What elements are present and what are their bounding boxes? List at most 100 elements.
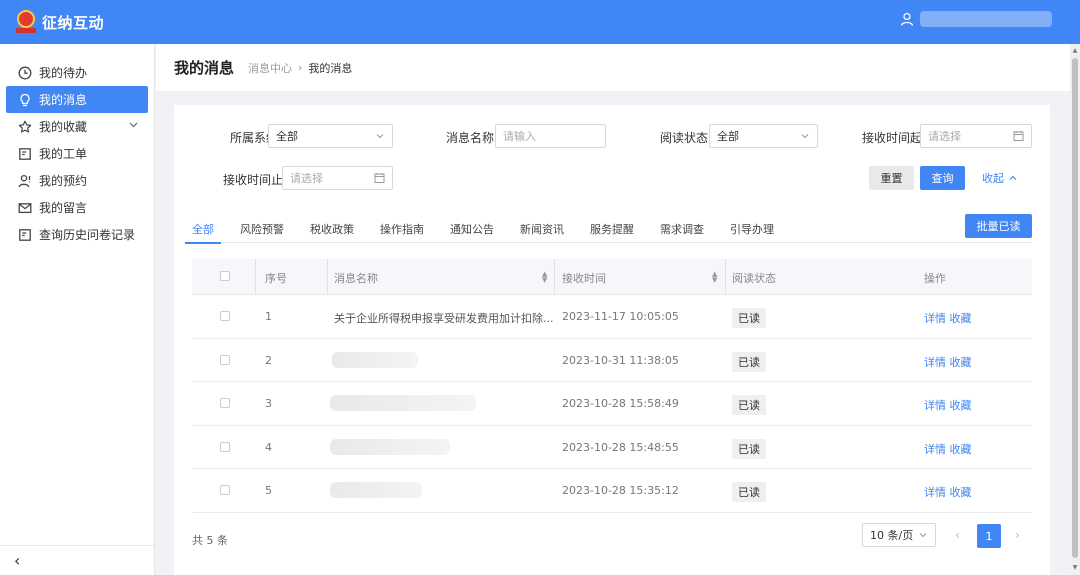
- page-number-current[interactable]: 1: [977, 524, 1001, 548]
- tab-tax-policy[interactable]: 税收政策: [310, 215, 354, 243]
- tab-news[interactable]: 新闻资讯: [520, 215, 564, 243]
- system-select-value: 全部: [276, 130, 298, 143]
- query-button[interactable]: 查询: [920, 166, 965, 190]
- user-icon: [900, 12, 914, 26]
- batch-read-button[interactable]: 批量已读: [965, 214, 1032, 238]
- form-icon: [19, 147, 31, 160]
- read-status-value: 全部: [717, 130, 739, 143]
- sidebar-item-survey-history[interactable]: 查询历史问卷记录: [6, 221, 148, 248]
- sidebar-item-label: 我的消息: [39, 93, 88, 107]
- read-status-select[interactable]: 全部: [709, 124, 818, 148]
- start-time-placeholder: 请选择: [928, 130, 961, 143]
- collapse-filters-button[interactable]: 收起: [978, 166, 1022, 190]
- tab-demand-survey[interactable]: 需求调查: [660, 215, 704, 243]
- row-time: 2023-10-28 15:35:12: [562, 484, 679, 497]
- category-tabs: 全部 风险预警 税收政策 操作指南 通知公告 新闻资讯 服务提醒 需求调查 引导…: [185, 215, 1032, 244]
- row-message-name-redacted[interactable]: [332, 351, 418, 368]
- row-message-name-redacted[interactable]: [330, 438, 450, 455]
- row-actions[interactable]: 详情 收藏: [924, 310, 972, 326]
- vertical-scrollbar[interactable]: ▲ ▼: [1070, 44, 1080, 575]
- scroll-up-arrow-icon[interactable]: ▲: [1070, 46, 1080, 56]
- next-page-button[interactable]: ›: [1015, 528, 1020, 542]
- star-icon: [18, 120, 32, 133]
- form-icon: [19, 228, 31, 241]
- start-time-label: 接收时间起: [862, 131, 923, 145]
- row-checkbox[interactable]: [220, 441, 230, 452]
- sidebar-item-tickets[interactable]: 我的工单: [6, 140, 148, 167]
- scroll-down-arrow-icon[interactable]: ▼: [1070, 563, 1080, 573]
- user-menu[interactable]: [900, 11, 1052, 27]
- message-panel: 所属系统 全部 消息名称 请输入 阅读状态 全部 接收时间起 请选择 接收时间止…: [174, 105, 1050, 575]
- row-actions[interactable]: 详情 收藏: [924, 441, 972, 457]
- page-size-value: 10 条/页: [870, 529, 914, 542]
- row-time: 2023-10-28 15:48:55: [562, 440, 679, 454]
- message-name-label: 消息名称: [446, 131, 495, 145]
- message-name-placeholder: 请输入: [503, 130, 536, 143]
- user-name-redacted: [920, 11, 1052, 27]
- user-appointment-icon: [18, 174, 31, 187]
- row-checkbox[interactable]: [220, 398, 230, 408]
- tab-service-reminder[interactable]: 服务提醒: [590, 215, 634, 243]
- table-row: 2 2023-10-31 11:38:05 已读 详情 收藏: [192, 339, 1032, 382]
- tab-guided-handling[interactable]: 引导办理: [730, 215, 774, 243]
- table-header: 序号 消息名称 ▲ ▼ 接收时间 ▲ ▼ 阅读状态 操作: [192, 259, 1032, 295]
- row-actions[interactable]: 详情 收藏: [924, 354, 972, 370]
- system-select[interactable]: 全部: [268, 124, 393, 148]
- table-row: 1 关于企业所得税申报享受研发费用加计扣除... 2023-11-17 10:0…: [192, 295, 1032, 339]
- chevron-left-icon: ‹: [14, 550, 21, 570]
- col-header-ops: 操作: [924, 272, 946, 285]
- col-header-name[interactable]: 消息名称: [334, 270, 378, 286]
- row-message-name[interactable]: 关于企业所得税申报享受研发费用加计扣除...: [334, 310, 554, 326]
- row-no: 3: [265, 397, 272, 410]
- tab-risk-warning[interactable]: 风险预警: [240, 215, 284, 243]
- sort-icon[interactable]: ▲ ▼: [542, 271, 547, 284]
- status-badge: 已读: [732, 395, 766, 415]
- prev-page-button[interactable]: ‹: [955, 528, 960, 542]
- col-header-no: 序号: [265, 272, 287, 285]
- end-time-placeholder: 请选择: [290, 172, 323, 185]
- bulb-icon: [20, 93, 30, 106]
- row-checkbox[interactable]: [220, 354, 230, 365]
- end-time-label: 接收时间止: [223, 173, 284, 187]
- row-message-name-redacted[interactable]: [330, 395, 476, 411]
- breadcrumb-link[interactable]: 消息中心: [248, 60, 292, 76]
- col-header-time[interactable]: 接收时间: [562, 270, 606, 286]
- sidebar-item-messages[interactable]: 我的消息: [6, 86, 148, 113]
- sidebar-item-label: 查询历史问卷记录: [39, 228, 136, 242]
- row-no: 1: [265, 310, 272, 323]
- end-time-picker[interactable]: 请选择: [282, 166, 393, 190]
- table-row: 3 2023-10-28 15:58:49 已读 详情 收藏: [192, 382, 1032, 426]
- row-message-name-redacted[interactable]: [330, 482, 422, 498]
- breadcrumb: 消息中心 › 我的消息: [248, 60, 352, 76]
- sidebar-item-appointments[interactable]: 我的预约: [6, 167, 148, 194]
- sidebar-item-messages-board[interactable]: 我的留言: [6, 194, 148, 221]
- message-table: 序号 消息名称 ▲ ▼ 接收时间 ▲ ▼ 阅读状态 操作 1 关于企业所得税申报享受…: [192, 259, 1032, 513]
- total-count: 共 5 条: [192, 534, 228, 547]
- row-checkbox[interactable]: [220, 311, 230, 321]
- row-actions[interactable]: 详情 收藏: [924, 397, 972, 413]
- tab-notice[interactable]: 通知公告: [450, 215, 494, 243]
- app-logo[interactable]: 征纳互动: [14, 9, 104, 35]
- sidebar-item-todo[interactable]: 我的待办: [6, 59, 148, 86]
- row-checkbox[interactable]: [220, 485, 230, 495]
- chevron-down-icon: [376, 134, 384, 139]
- clock-icon: [18, 66, 32, 79]
- message-name-input[interactable]: 请输入: [495, 124, 606, 148]
- tab-operation-guide[interactable]: 操作指南: [380, 215, 424, 243]
- sidebar-item-favorites[interactable]: 我的收藏: [6, 113, 148, 140]
- top-bar: 征纳互动: [0, 0, 1080, 44]
- tab-all[interactable]: 全部: [185, 215, 221, 244]
- sidebar-item-label: 我的待办: [39, 66, 88, 80]
- scroll-thumb[interactable]: [1072, 58, 1078, 558]
- breadcrumb-current: 我的消息: [308, 61, 353, 75]
- main-content: 我的消息 消息中心 › 我的消息 所属系统 全部 消息名称 请输入 阅读状态 全…: [156, 44, 1070, 575]
- select-all-checkbox[interactable]: [220, 271, 230, 281]
- row-actions[interactable]: 详情 收藏: [924, 484, 972, 500]
- chevron-down-icon: [129, 122, 138, 128]
- sidebar-collapse-button[interactable]: ‹: [0, 545, 155, 575]
- col-header-status: 阅读状态: [732, 272, 776, 285]
- page-size-select[interactable]: 10 条/页: [862, 523, 936, 547]
- sort-icon[interactable]: ▲ ▼: [712, 271, 717, 284]
- reset-button[interactable]: 重置: [869, 166, 914, 190]
- start-time-picker[interactable]: 请选择: [920, 124, 1032, 148]
